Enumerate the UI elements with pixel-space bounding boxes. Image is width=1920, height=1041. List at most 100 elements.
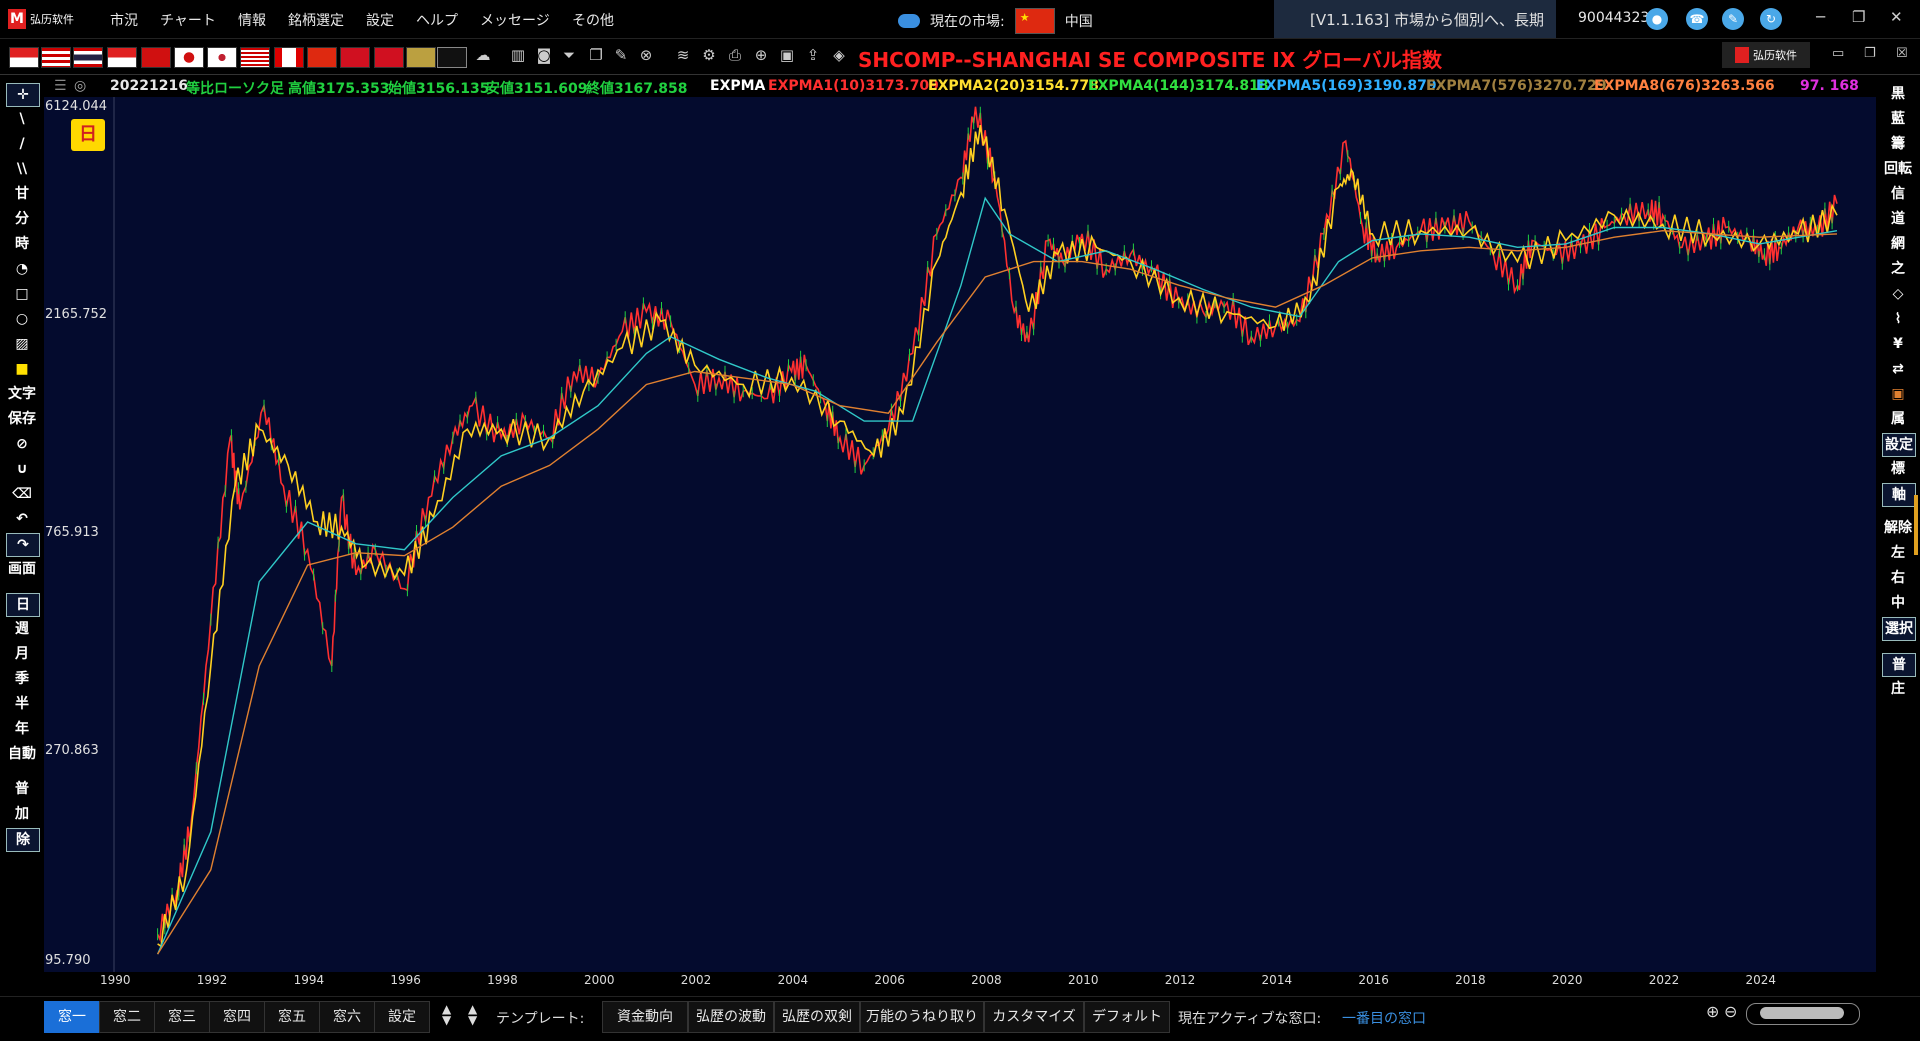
rt-chips[interactable]: 籌: [1882, 133, 1914, 155]
period-auto[interactable]: 自動: [6, 743, 38, 765]
canada-flag-icon[interactable]: [274, 47, 304, 68]
rt-mark[interactable]: 標: [1882, 458, 1914, 480]
circle-icon[interactable]: ○: [6, 308, 38, 330]
cycle-icon[interactable]: ◔: [6, 258, 38, 280]
period-badge[interactable]: 日: [71, 119, 105, 151]
usa-flag-icon[interactable]: [240, 47, 270, 68]
magnet-icon[interactable]: ∪: [6, 458, 38, 480]
close-button[interactable]: ✕: [1890, 8, 1903, 26]
screen-tool[interactable]: 画面: [6, 558, 38, 580]
period-year[interactable]: 年: [6, 718, 38, 740]
rt-normal[interactable]: 普: [1882, 653, 1916, 677]
panel-minimize-button[interactable]: ▭: [1832, 46, 1844, 61]
service-icon[interactable]: ☎: [1686, 8, 1708, 30]
rt-axis[interactable]: 軸: [1882, 483, 1916, 507]
swap-icon[interactable]: ⇄: [1882, 358, 1914, 380]
print-icon[interactable]: ⎙: [726, 46, 744, 64]
cloud-upload-icon[interactable]: ☁: [474, 46, 492, 64]
gear-icon[interactable]: ⚙: [700, 46, 718, 64]
save-icon[interactable]: ▣: [778, 46, 796, 64]
hongkong-flag-icon[interactable]: [340, 47, 370, 68]
text-tool[interactable]: 文字: [6, 383, 38, 405]
line-tool-back[interactable]: \: [6, 108, 38, 130]
period-quarter[interactable]: 季: [6, 668, 38, 690]
thailand-flag-icon[interactable]: [73, 47, 103, 68]
menu-chart[interactable]: チャート: [160, 10, 216, 30]
zoom-in-icon[interactable]: ⊕: [1706, 1002, 1719, 1021]
minimize-button[interactable]: ─: [1816, 8, 1825, 26]
menu-info[interactable]: 情報: [238, 10, 266, 30]
template-custom[interactable]: カスタマイズ: [984, 1001, 1084, 1033]
template-double-sword[interactable]: 弘歴の双剣: [774, 1001, 860, 1033]
rt-select[interactable]: 選択: [1882, 617, 1916, 641]
wifi-icon[interactable]: ≋: [674, 46, 692, 64]
rectangle-icon[interactable]: □: [6, 283, 38, 305]
rt-zhi[interactable]: 之: [1882, 258, 1914, 280]
window-settings-tab[interactable]: 設定: [374, 1001, 430, 1033]
expand-icon[interactable]: [437, 47, 467, 68]
parallel-line-tool[interactable]: \\: [6, 158, 38, 180]
normal-tool[interactable]: 普: [6, 778, 38, 800]
copy-icon[interactable]: ❐: [587, 46, 605, 64]
cancel-icon[interactable]: ⊗: [637, 46, 655, 64]
panel-restore-button[interactable]: ❐: [1864, 46, 1876, 61]
period-week[interactable]: 週: [6, 618, 38, 640]
add-tool[interactable]: 加: [6, 803, 38, 825]
period-day[interactable]: 日: [6, 593, 40, 617]
trend-icon[interactable]: ⌇: [1882, 308, 1914, 330]
rt-release[interactable]: 解除: [1882, 517, 1914, 539]
template-wave[interactable]: 弘歴の波動: [688, 1001, 774, 1033]
template-fund-flow[interactable]: 資金動向: [602, 1001, 688, 1033]
redo-icon[interactable]: ↷: [6, 533, 40, 557]
korea-flag-icon[interactable]: [207, 47, 237, 68]
settings-circle-icon[interactable]: ◎: [74, 78, 86, 94]
yen-icon[interactable]: ¥: [1882, 333, 1914, 355]
menu-market[interactable]: 市況: [110, 10, 138, 30]
up-down-arrows-icon[interactable]: ▲ ▼: [442, 1003, 451, 1026]
user-icon[interactable]: ●: [1646, 8, 1668, 30]
color-swatch-icon[interactable]: ■: [6, 358, 38, 380]
template-default[interactable]: デフォルト: [1084, 1001, 1170, 1033]
menu-settings[interactable]: 設定: [366, 10, 394, 30]
hatch-icon[interactable]: ▨: [6, 333, 38, 355]
add-icon[interactable]: ⊕: [752, 46, 770, 64]
current-market[interactable]: 現在の市場: 中国: [898, 8, 1093, 34]
rt-left[interactable]: 左: [1882, 542, 1914, 564]
rt-blue[interactable]: 藍: [1882, 108, 1914, 130]
zoom-out-icon[interactable]: ⊖: [1724, 1002, 1737, 1021]
color-box-icon[interactable]: ▣: [1882, 383, 1914, 405]
camera-icon[interactable]: ◙: [535, 46, 553, 64]
template-universal[interactable]: 万能のうねり取り: [860, 1001, 984, 1033]
period-half[interactable]: 半: [6, 693, 38, 715]
window-tab-4[interactable]: 窓四: [209, 1001, 265, 1033]
rt-right[interactable]: 右: [1882, 567, 1914, 589]
split-tool[interactable]: 分: [6, 208, 38, 230]
account-id[interactable]: 90044323: [1578, 10, 1649, 26]
menu-icon[interactable]: ☰: [54, 78, 67, 94]
menu-screening[interactable]: 銘柄選定: [288, 10, 344, 30]
gold-icon[interactable]: [406, 47, 436, 68]
rt-net[interactable]: 網: [1882, 233, 1914, 255]
china-flag2-icon[interactable]: [307, 47, 337, 68]
menu-help[interactable]: ヘルプ: [416, 10, 458, 30]
layers-icon[interactable]: ◈: [830, 46, 848, 64]
window-tab-2[interactable]: 窓二: [99, 1001, 155, 1033]
vietnam-flag-icon[interactable]: [141, 47, 171, 68]
up-down-arrows-icon-2[interactable]: ▲ ▼: [468, 1003, 477, 1026]
rt-settings[interactable]: 設定: [1882, 433, 1916, 457]
undo-icon[interactable]: ↶: [6, 508, 38, 530]
time-tool[interactable]: 時: [6, 233, 38, 255]
tool-icon[interactable]: ✎: [1722, 8, 1744, 30]
save-tool[interactable]: 保存: [6, 408, 38, 430]
rt-channel[interactable]: 道: [1882, 208, 1914, 230]
gann-tool[interactable]: 甘: [6, 183, 38, 205]
malaysia-flag-icon[interactable]: [41, 47, 71, 68]
export-icon[interactable]: ⇪: [804, 46, 822, 64]
right-scroll-indicator[interactable]: [1914, 495, 1918, 555]
move-crosshair-tool[interactable]: ✛: [6, 83, 40, 107]
window-tab-6[interactable]: 窓六: [319, 1001, 375, 1033]
rt-attr[interactable]: 属: [1882, 408, 1914, 430]
edit-icon[interactable]: ✎: [612, 46, 630, 64]
japan-flag-icon[interactable]: [174, 47, 204, 68]
rt-village[interactable]: 庄: [1882, 678, 1914, 700]
